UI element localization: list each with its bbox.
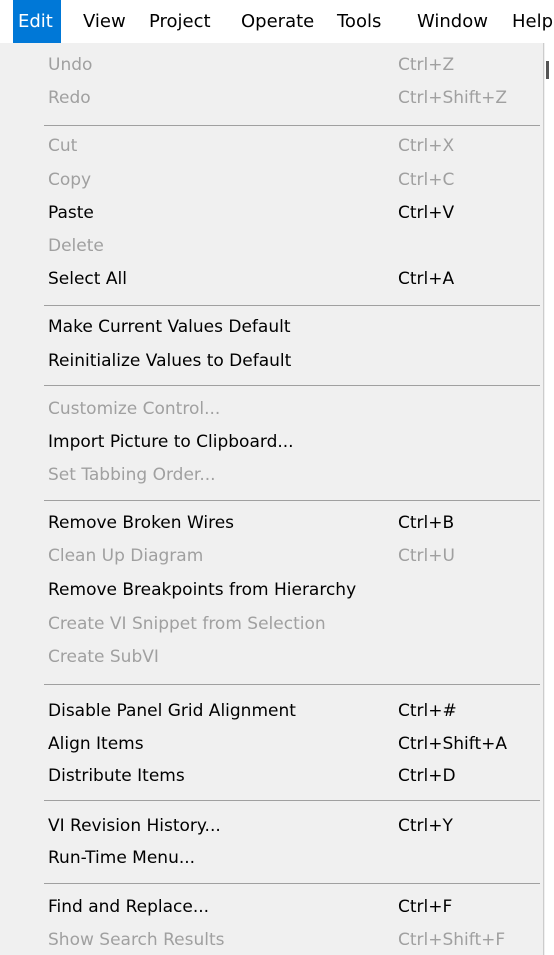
menu-item-select-all[interactable]: Select All Ctrl+A <box>0 262 544 296</box>
menu-bar: Edit View Project Operate Tools Window H… <box>0 0 554 43</box>
menu-item-label: Remove Breakpoints from Hierarchy <box>48 580 357 600</box>
menu-item-import-picture[interactable]: Import Picture to Clipboard... <box>0 425 544 459</box>
menu-item-make-current-values-default[interactable]: Make Current Values Default <box>0 310 544 344</box>
menu-item-create-subvi[interactable]: Create SubVI <box>0 640 544 674</box>
menu-separator <box>44 385 540 386</box>
menu-item-redo[interactable]: Redo Ctrl+Shift+Z <box>0 81 544 115</box>
menu-item-label: Select All <box>48 269 127 289</box>
menu-item-distribute-items[interactable]: Distribute Items Ctrl+D <box>0 759 544 793</box>
menu-item-shortcut: Ctrl+Z <box>398 55 455 75</box>
menu-separator <box>44 800 540 801</box>
menu-item-paste[interactable]: Paste Ctrl+V <box>0 196 544 230</box>
menu-item-label: Customize Control... <box>48 399 221 419</box>
menu-item-copy[interactable]: Copy Ctrl+C <box>0 163 544 197</box>
menu-item-label: Redo <box>48 88 91 108</box>
menu-item-shortcut: Ctrl+C <box>398 170 455 190</box>
menu-item-label: Reinitialize Values to Default <box>48 351 292 371</box>
menu-item-shortcut: Ctrl+X <box>398 136 455 156</box>
menu-item-disable-panel-grid[interactable]: Disable Panel Grid Alignment Ctrl+# <box>0 694 544 728</box>
menu-item-label: Remove Broken Wires <box>48 513 235 533</box>
menu-item-undo[interactable]: Undo Ctrl+Z <box>0 48 544 82</box>
background-window-edge <box>545 43 554 955</box>
menu-item-label: VI Revision History... <box>48 816 221 836</box>
menu-item-label: Disable Panel Grid Alignment <box>48 701 296 721</box>
menu-item-label: Distribute Items <box>48 766 185 786</box>
menu-tools[interactable]: Tools <box>337 0 381 43</box>
menu-item-shortcut: Ctrl+Shift+F <box>398 930 506 950</box>
menu-operate[interactable]: Operate <box>241 0 314 43</box>
menu-window[interactable]: Window <box>417 0 488 43</box>
menu-item-shortcut: Ctrl+V <box>398 203 455 223</box>
menu-item-label: Paste <box>48 203 94 223</box>
labview-edit-menu-screen: Edit View Project Operate Tools Window H… <box>0 0 554 955</box>
menu-item-find-and-replace[interactable]: Find and Replace... Ctrl+F <box>0 890 544 924</box>
menu-project[interactable]: Project <box>149 0 211 43</box>
menu-item-delete[interactable]: Delete <box>0 229 544 263</box>
menu-item-shortcut: Ctrl+Shift+A <box>398 734 508 754</box>
menu-item-label: Set Tabbing Order... <box>48 465 216 485</box>
menu-item-shortcut: Ctrl+B <box>398 513 455 533</box>
menu-item-shortcut: Ctrl+A <box>398 269 455 289</box>
menu-item-reinitialize-values[interactable]: Reinitialize Values to Default <box>0 344 544 378</box>
menu-item-vi-revision-history[interactable]: VI Revision History... Ctrl+Y <box>0 809 544 843</box>
menu-separator <box>44 883 540 884</box>
menu-item-label: Import Picture to Clipboard... <box>48 432 294 452</box>
menu-separator <box>44 305 540 306</box>
menu-item-shortcut: Ctrl+Shift+Z <box>398 88 508 108</box>
menu-item-align-items[interactable]: Align Items Ctrl+Shift+A <box>0 727 544 761</box>
menu-item-run-time-menu[interactable]: Run-Time Menu... <box>0 841 544 875</box>
menu-item-shortcut: Ctrl+D <box>398 766 456 786</box>
menu-item-shortcut: Ctrl+# <box>398 701 457 721</box>
menu-item-label: Create VI Snippet from Selection <box>48 614 326 634</box>
menu-item-remove-breakpoints[interactable]: Remove Breakpoints from Hierarchy <box>0 573 544 607</box>
menu-item-label: Find and Replace... <box>48 897 210 917</box>
menu-separator <box>44 500 540 501</box>
menu-item-label: Make Current Values Default <box>48 317 291 337</box>
menu-help[interactable]: Help <box>512 0 553 43</box>
menu-separator <box>44 684 540 685</box>
menu-item-set-tabbing-order[interactable]: Set Tabbing Order... <box>0 458 544 492</box>
menu-edit[interactable]: Edit <box>13 0 61 43</box>
menu-item-shortcut: Ctrl+Y <box>398 816 453 836</box>
menu-item-cut[interactable]: Cut Ctrl+X <box>0 129 544 163</box>
menu-item-customize-control[interactable]: Customize Control... <box>0 392 544 426</box>
menu-item-label: Undo <box>48 55 93 75</box>
menu-item-create-vi-snippet[interactable]: Create VI Snippet from Selection <box>0 607 544 641</box>
menu-view[interactable]: View <box>83 0 126 43</box>
menu-item-label: Run-Time Menu... <box>48 848 196 868</box>
menu-item-label: Copy <box>48 170 92 190</box>
menu-item-label: Show Search Results <box>48 930 225 950</box>
menu-item-label: Align Items <box>48 734 144 754</box>
menu-item-clean-up-diagram[interactable]: Clean Up Diagram Ctrl+U <box>0 539 544 573</box>
menu-item-label: Clean Up Diagram <box>48 546 204 566</box>
menu-item-label: Delete <box>48 236 104 256</box>
menu-separator <box>44 125 540 126</box>
menu-item-label: Create SubVI <box>48 647 159 667</box>
menu-item-shortcut: Ctrl+U <box>398 546 455 566</box>
edit-menu-dropdown: Undo Ctrl+Z Redo Ctrl+Shift+Z Cut Ctrl+X… <box>0 43 544 955</box>
menu-item-show-search-results[interactable]: Show Search Results Ctrl+Shift+F <box>0 923 544 955</box>
menu-item-label: Cut <box>48 136 78 156</box>
menu-item-shortcut: Ctrl+F <box>398 897 453 917</box>
menu-item-remove-broken-wires[interactable]: Remove Broken Wires Ctrl+B <box>0 506 544 540</box>
background-window-mark <box>546 61 549 79</box>
